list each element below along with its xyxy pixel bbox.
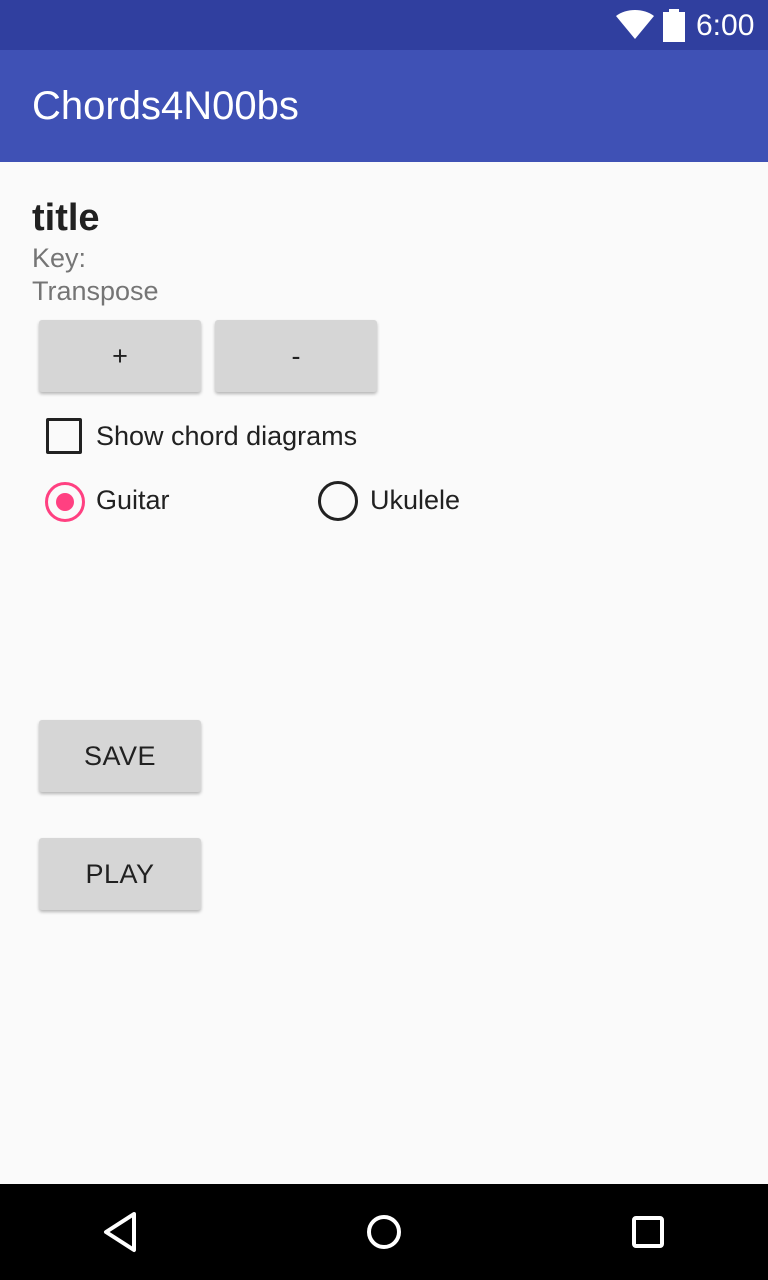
battery-icon [663, 9, 685, 42]
save-button[interactable]: SAVE [39, 720, 201, 792]
transpose-label: Transpose [32, 276, 159, 306]
guitar-radio-label[interactable]: Guitar [96, 482, 170, 518]
back-icon[interactable] [96, 1208, 144, 1256]
transpose-down-button[interactable]: - [215, 320, 377, 392]
radio-selected-dot [56, 493, 74, 511]
play-button[interactable]: PLAY [39, 838, 201, 910]
song-title: title [32, 197, 100, 239]
status-bar: 6:00 [0, 0, 768, 50]
key-label: Key: [32, 243, 87, 273]
transpose-up-button[interactable]: + [39, 320, 201, 392]
navigation-bar [0, 1184, 768, 1280]
guitar-radio-button[interactable] [45, 482, 85, 522]
show-chord-diagrams-label[interactable]: Show chord diagrams [96, 418, 357, 454]
ukulele-radio-label[interactable]: Ukulele [370, 482, 460, 518]
app-title: Chords4N00bs [32, 84, 299, 128]
show-chord-diagrams-checkbox[interactable] [46, 418, 82, 454]
wifi-icon [616, 10, 654, 39]
ukulele-radio-button[interactable] [318, 481, 358, 521]
app-bar: Chords4N00bs [0, 50, 768, 162]
home-icon[interactable] [360, 1208, 408, 1256]
recents-icon[interactable] [624, 1208, 672, 1256]
screen: 6:00 Chords4N00bs title Key: Transpose +… [0, 0, 768, 1280]
status-time: 6:00 [696, 9, 755, 42]
